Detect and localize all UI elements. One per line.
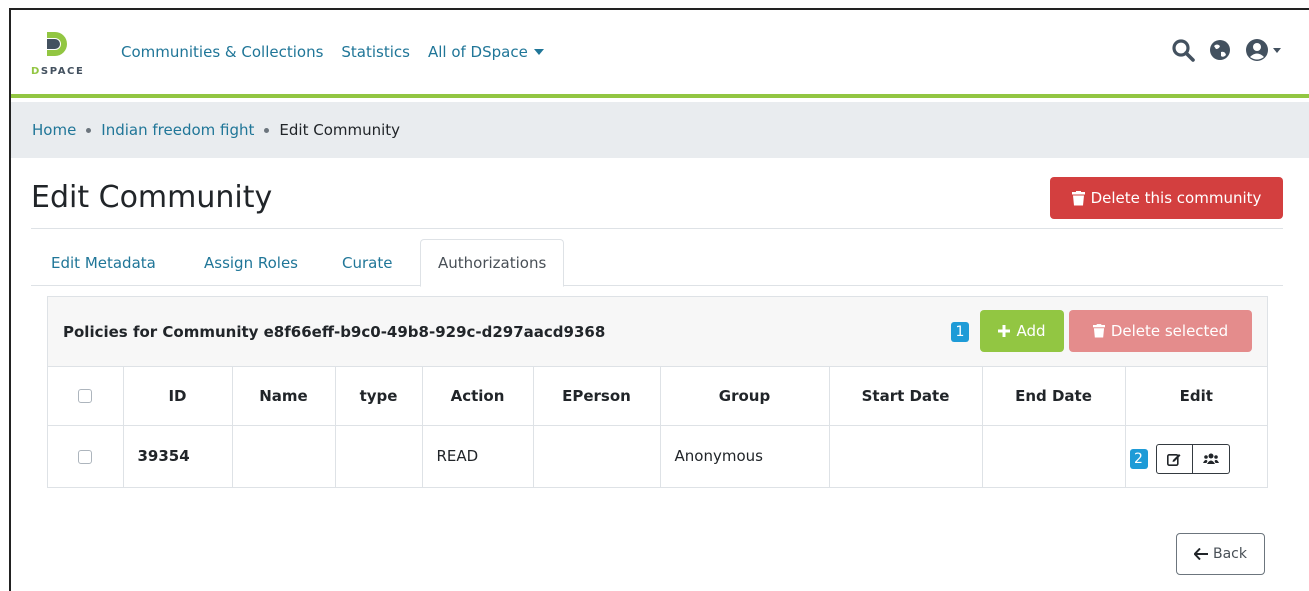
delete-community-label: Delete this community xyxy=(1090,189,1262,207)
breadcrumb-home[interactable]: Home xyxy=(32,121,76,139)
add-policy-button[interactable]: Add xyxy=(980,310,1064,352)
nav-statistics[interactable]: Statistics xyxy=(341,43,410,61)
cell-name xyxy=(232,425,336,488)
user-menu[interactable] xyxy=(1245,38,1281,62)
breadcrumb-community[interactable]: Indian freedom fight xyxy=(101,121,254,139)
policies-card-header: Policies for Community e8f66eff-b9c0-49b… xyxy=(48,297,1267,367)
nav-all-of-dspace-label: All of DSpace xyxy=(427,43,528,61)
edit-group-button[interactable] xyxy=(1192,443,1230,474)
cell-id: 39354 xyxy=(123,425,233,488)
column-header-edit: Edit xyxy=(1125,367,1267,426)
top-navbar: DSPACE Communities & Collections Statist… xyxy=(11,10,1309,98)
column-header-action[interactable]: Action xyxy=(422,367,534,426)
caret-down-icon xyxy=(533,49,544,55)
cell-type xyxy=(335,425,423,488)
column-header-end-date[interactable]: End Date xyxy=(982,367,1126,426)
column-header-name[interactable]: Name xyxy=(232,367,336,426)
back-button[interactable]: Back xyxy=(1176,533,1265,575)
tab-edit-metadata[interactable]: Edit Metadata xyxy=(51,239,156,286)
table-row: 39354 READ Anonymous 2 xyxy=(48,425,1267,488)
user-circle-icon xyxy=(1246,39,1268,61)
trash-icon xyxy=(1071,190,1085,205)
plus-icon xyxy=(998,325,1011,337)
page-title: Edit Community xyxy=(31,180,273,215)
cell-start-date xyxy=(829,425,983,488)
breadcrumb: Home Indian freedom fight Edit Community xyxy=(11,102,1309,158)
add-policy-label: Add xyxy=(1016,322,1046,340)
delete-selected-label: Delete selected xyxy=(1110,322,1229,340)
breadcrumb-separator xyxy=(264,127,270,133)
policies-card: Policies for Community e8f66eff-b9c0-49b… xyxy=(47,296,1268,488)
globe-icon[interactable] xyxy=(1209,39,1231,61)
back-label: Back xyxy=(1213,546,1247,562)
cell-eperson xyxy=(533,425,661,488)
tab-assign-roles[interactable]: Assign Roles xyxy=(204,239,298,286)
edit-button-group xyxy=(1155,443,1230,474)
column-header-start-date[interactable]: Start Date xyxy=(829,367,983,426)
tab-bar: Edit Metadata Assign Roles Curate Author… xyxy=(31,239,1283,287)
column-header-id[interactable]: ID xyxy=(123,367,233,426)
policies-title: Policies for Community e8f66eff-b9c0-49b… xyxy=(63,323,606,341)
users-icon xyxy=(1202,453,1219,464)
select-all-checkbox[interactable] xyxy=(78,389,93,404)
nav-communities-collections[interactable]: Communities & Collections xyxy=(121,43,323,61)
cell-end-date xyxy=(982,425,1126,488)
cell-edit: 2 xyxy=(1125,425,1267,488)
caret-down-icon xyxy=(1273,47,1281,53)
breadcrumb-current: Edit Community xyxy=(279,121,401,139)
annotation-badge-1: 1 xyxy=(951,322,969,342)
delete-selected-button[interactable]: Delete selected xyxy=(1069,310,1252,352)
column-header-eperson[interactable]: EPerson xyxy=(533,367,661,426)
nav-all-of-dspace[interactable]: All of DSpace xyxy=(428,43,544,61)
logo-text: DSPACE xyxy=(31,66,85,77)
cell-group: Anonymous xyxy=(660,425,830,488)
row-select-cell xyxy=(48,425,124,488)
dspace-logo-mark-icon xyxy=(47,32,67,56)
column-header-group[interactable]: Group xyxy=(660,367,830,426)
edit-policy-button[interactable] xyxy=(1155,443,1193,474)
main-nav: Communities & Collections Statistics All… xyxy=(121,43,544,61)
search-icon[interactable] xyxy=(1171,38,1195,62)
column-header-type[interactable]: type xyxy=(335,367,423,426)
row-checkbox[interactable] xyxy=(78,449,93,464)
cell-action: READ xyxy=(422,425,534,488)
annotation-badge-2: 2 xyxy=(1129,448,1148,469)
arrow-left-icon xyxy=(1194,548,1208,560)
dspace-logo[interactable]: DSPACE xyxy=(31,30,91,86)
breadcrumb-separator xyxy=(86,127,92,133)
trash-icon xyxy=(1092,324,1105,338)
delete-community-button[interactable]: Delete this community xyxy=(1050,177,1283,219)
page-frame: DSPACE Communities & Collections Statist… xyxy=(9,8,1309,591)
tab-authorizations[interactable]: Authorizations xyxy=(420,239,565,287)
table-header-row: ID Name type Action EPerson Group Start … xyxy=(48,367,1267,426)
divider xyxy=(31,228,1283,229)
edit-icon xyxy=(1167,453,1181,466)
tab-curate[interactable]: Curate xyxy=(342,239,392,286)
nav-icons xyxy=(1171,38,1281,62)
policies-table: ID Name type Action EPerson Group Start … xyxy=(48,367,1267,488)
select-all-cell xyxy=(48,367,124,426)
